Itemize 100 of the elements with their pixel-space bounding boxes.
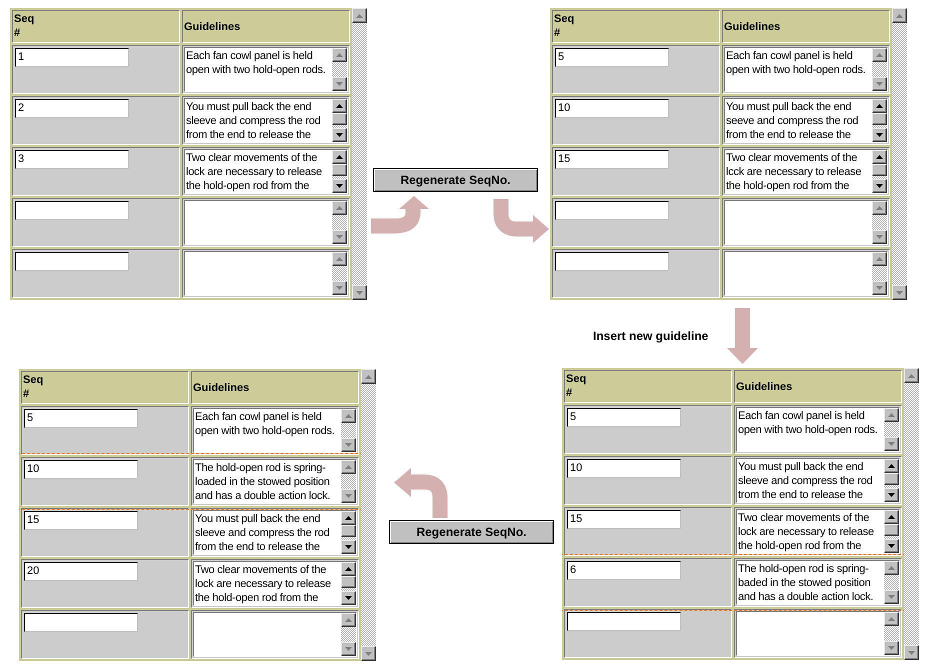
scroll-up-button[interactable] <box>884 459 899 473</box>
scroll-up-button[interactable] <box>872 150 887 164</box>
guideline-textarea[interactable]: The hold-open rod is spring-loaded in the stowed position and has a double action lock. <box>193 459 357 504</box>
scroll-thumb[interactable] <box>872 113 887 125</box>
scrollbar[interactable] <box>341 562 356 605</box>
scroll-down-button[interactable] <box>332 281 347 295</box>
scroll-down-button[interactable] <box>904 645 919 660</box>
scrollbar[interactable] <box>884 510 899 553</box>
seq-input[interactable] <box>24 613 138 632</box>
scroll-down-button[interactable] <box>872 179 887 193</box>
regenerate-button[interactable]: Regenerate SeqNo. <box>373 168 538 192</box>
scroll-up-button[interactable] <box>884 408 899 422</box>
seq-input[interactable]: 10 <box>24 460 138 479</box>
scrollbar[interactable] <box>884 459 899 502</box>
scroll-thumb[interactable] <box>872 164 887 176</box>
seq-input[interactable]: 20 <box>24 562 138 581</box>
scrollbar[interactable] <box>341 409 356 452</box>
seq-input[interactable]: 15 <box>567 510 681 529</box>
scroll-thumb[interactable] <box>332 113 347 125</box>
guideline-textarea[interactable]: Each fan cowl panel is held open with two hold-open rods. <box>184 47 348 92</box>
scroll-up-button[interactable] <box>341 562 356 576</box>
seq-input[interactable]: 1 <box>15 48 129 67</box>
scroll-down-button[interactable] <box>332 179 347 193</box>
scroll-down-button[interactable] <box>341 438 356 452</box>
scroll-down-button[interactable] <box>884 590 899 604</box>
guideline-textarea[interactable]: You must pull back the end sleeve and compress the rod trom the end to release the <box>736 458 900 503</box>
guideline-textarea[interactable]: You must pull back the end sleeve and compress the rod from the end to release the <box>193 510 357 555</box>
scrollbar[interactable] <box>332 201 347 244</box>
scroll-up-button[interactable] <box>352 8 367 23</box>
seq-input[interactable] <box>555 201 669 220</box>
seq-input[interactable]: 3 <box>15 150 129 169</box>
scroll-up-button[interactable] <box>341 460 356 474</box>
seq-input[interactable]: 2 <box>15 99 129 118</box>
scroll-up-button[interactable] <box>892 8 907 23</box>
scrollbar[interactable] <box>352 8 367 300</box>
scroll-down-button[interactable] <box>892 285 907 300</box>
scrollbar[interactable] <box>361 369 376 661</box>
guideline-textarea[interactable]: Two clear movements of the lcck are necessary to release the hold-open rod from the <box>724 149 888 194</box>
seq-input[interactable]: 5 <box>567 408 681 427</box>
scrollbar[interactable] <box>872 252 887 295</box>
guideline-textarea[interactable]: Two clear movements of the lock are necessary to release the hold-open rod from the <box>736 509 900 554</box>
scrollbar[interactable] <box>341 511 356 554</box>
guideline-textarea[interactable]: Two clear movements of the lock are necessary to release the hold-open rod from the <box>184 149 348 194</box>
scrollbar[interactable] <box>332 48 347 91</box>
scroll-down-button[interactable] <box>872 281 887 295</box>
scrollbar[interactable] <box>872 150 887 193</box>
scrollbar[interactable] <box>884 612 899 655</box>
scroll-down-button[interactable] <box>872 77 887 91</box>
scrollbar[interactable] <box>884 561 899 604</box>
seq-input[interactable]: 6 <box>567 561 681 580</box>
regenerate-button[interactable]: Regenerate SeqNo. <box>389 520 554 544</box>
scrollbar[interactable] <box>872 48 887 91</box>
guideline-textarea[interactable]: Each fan cowl panel is held open with two hold-open rods. <box>724 47 888 92</box>
scroll-down-button[interactable] <box>884 539 899 553</box>
scroll-down-button[interactable] <box>884 437 899 451</box>
scrollbar[interactable] <box>892 8 907 300</box>
scroll-down-button[interactable] <box>872 128 887 142</box>
scroll-down-button[interactable] <box>341 591 356 605</box>
scroll-down-button[interactable] <box>884 641 899 655</box>
seq-input[interactable]: 15 <box>555 150 669 169</box>
scroll-down-button[interactable] <box>341 540 356 554</box>
scroll-up-button[interactable] <box>884 561 899 575</box>
scroll-down-button[interactable] <box>341 489 356 503</box>
seq-input[interactable] <box>15 201 129 220</box>
scroll-thumb[interactable] <box>341 576 356 588</box>
seq-input[interactable]: 5 <box>24 409 138 428</box>
scroll-up-button[interactable] <box>332 99 347 113</box>
guideline-textarea[interactable]: You must pull back the end seeve and compress the rod from the end to release the <box>724 98 888 143</box>
scroll-up-button[interactable] <box>332 48 347 62</box>
scroll-down-button[interactable] <box>352 285 367 300</box>
scrollbar[interactable] <box>332 99 347 142</box>
scroll-up-button[interactable] <box>884 612 899 626</box>
scroll-up-button[interactable] <box>872 252 887 266</box>
scroll-up-button[interactable] <box>341 409 356 423</box>
guideline-textarea[interactable]: Two clear movements of the lock are necessary to release the hold-open rod from the <box>193 561 357 606</box>
seq-input[interactable]: 10 <box>555 99 669 118</box>
scroll-down-button[interactable] <box>332 128 347 142</box>
seq-input[interactable]: 5 <box>555 48 669 67</box>
scroll-down-button[interactable] <box>872 230 887 244</box>
guideline-textarea[interactable]: You must pull back the end sleeve and compress the rod from the end to release the <box>184 98 348 143</box>
scroll-up-button[interactable] <box>341 511 356 525</box>
scroll-up-button[interactable] <box>332 201 347 215</box>
scroll-up-button[interactable] <box>872 48 887 62</box>
scrollbar[interactable] <box>884 408 899 451</box>
guideline-textarea[interactable]: Each fan cowl panel is held open with two hold-open rods. <box>193 408 357 453</box>
scroll-down-button[interactable] <box>341 642 356 656</box>
seq-input[interactable]: 15 <box>24 511 138 530</box>
scroll-up-button[interactable] <box>332 150 347 164</box>
scrollbar[interactable] <box>332 150 347 193</box>
scrollbar[interactable] <box>872 99 887 142</box>
scroll-down-button[interactable] <box>332 230 347 244</box>
scroll-up-button[interactable] <box>904 368 919 383</box>
seq-input[interactable] <box>555 252 669 271</box>
scroll-up-button[interactable] <box>884 510 899 524</box>
scrollbar[interactable] <box>341 460 356 503</box>
scrollbar[interactable] <box>332 252 347 295</box>
scrollbar[interactable] <box>904 368 919 660</box>
seq-input[interactable] <box>15 252 129 271</box>
guideline-textarea[interactable]: Each fan cowl panel is held open with two hold-open rods. <box>736 407 900 452</box>
guideline-textarea[interactable]: The hold-open rod is spring-baded in the stowed position and has a double action lock. <box>736 560 900 605</box>
